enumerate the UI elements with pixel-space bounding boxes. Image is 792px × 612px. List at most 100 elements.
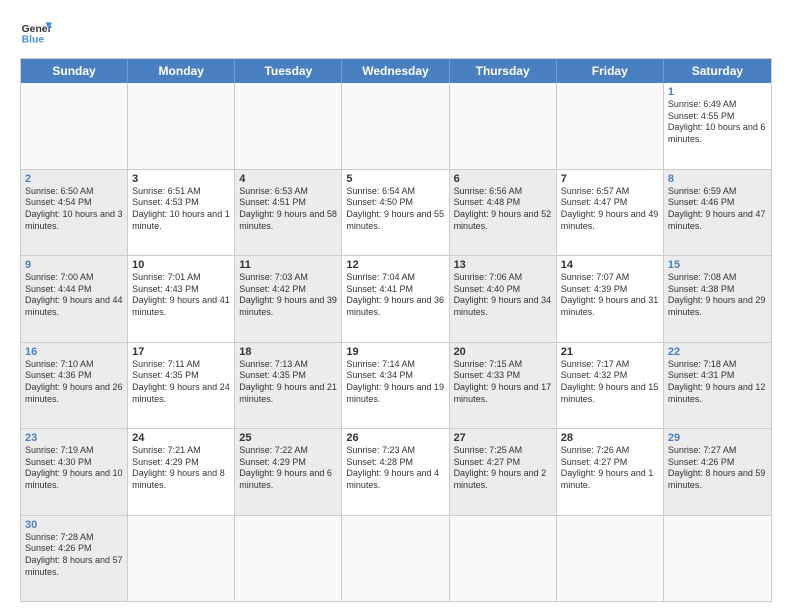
calendar-cell: 17Sunrise: 7:11 AM Sunset: 4:35 PM Dayli… xyxy=(128,343,235,429)
day-info: Sunrise: 6:57 AM Sunset: 4:47 PM Dayligh… xyxy=(561,186,659,233)
day-info: Sunrise: 7:15 AM Sunset: 4:33 PM Dayligh… xyxy=(454,359,552,406)
day-number: 28 xyxy=(561,432,659,444)
day-info: Sunrise: 7:13 AM Sunset: 4:35 PM Dayligh… xyxy=(239,359,337,406)
day-number: 17 xyxy=(132,346,230,358)
day-info: Sunrise: 6:54 AM Sunset: 4:50 PM Dayligh… xyxy=(346,186,444,233)
day-number: 23 xyxy=(25,432,123,444)
day-info: Sunrise: 7:27 AM Sunset: 4:26 PM Dayligh… xyxy=(668,445,767,492)
day-info: Sunrise: 7:10 AM Sunset: 4:36 PM Dayligh… xyxy=(25,359,123,406)
day-info: Sunrise: 7:26 AM Sunset: 4:27 PM Dayligh… xyxy=(561,445,659,492)
calendar-body: 1Sunrise: 6:49 AM Sunset: 4:55 PM Daylig… xyxy=(21,83,771,601)
logo-icon: General Blue xyxy=(20,16,52,48)
calendar-cell: 9Sunrise: 7:00 AM Sunset: 4:44 PM Daylig… xyxy=(21,256,128,342)
calendar-cell xyxy=(128,516,235,602)
day-number: 18 xyxy=(239,346,337,358)
day-number: 30 xyxy=(25,519,123,531)
weekday-header-monday: Monday xyxy=(128,59,235,83)
calendar-cell: 5Sunrise: 6:54 AM Sunset: 4:50 PM Daylig… xyxy=(342,170,449,256)
svg-text:Blue: Blue xyxy=(22,34,45,45)
day-info: Sunrise: 7:28 AM Sunset: 4:26 PM Dayligh… xyxy=(25,532,123,579)
calendar-cell: 19Sunrise: 7:14 AM Sunset: 4:34 PM Dayli… xyxy=(342,343,449,429)
day-number: 15 xyxy=(668,259,767,271)
calendar-cell: 26Sunrise: 7:23 AM Sunset: 4:28 PM Dayli… xyxy=(342,429,449,515)
day-number: 13 xyxy=(454,259,552,271)
calendar-cell: 24Sunrise: 7:21 AM Sunset: 4:29 PM Dayli… xyxy=(128,429,235,515)
calendar-cell: 2Sunrise: 6:50 AM Sunset: 4:54 PM Daylig… xyxy=(21,170,128,256)
header: General Blue xyxy=(20,16,772,48)
calendar-cell: 15Sunrise: 7:08 AM Sunset: 4:38 PM Dayli… xyxy=(664,256,771,342)
calendar-cell xyxy=(21,83,128,169)
day-info: Sunrise: 7:07 AM Sunset: 4:39 PM Dayligh… xyxy=(561,272,659,319)
day-number: 29 xyxy=(668,432,767,444)
calendar-row-0: 1Sunrise: 6:49 AM Sunset: 4:55 PM Daylig… xyxy=(21,83,771,169)
calendar-cell xyxy=(235,83,342,169)
calendar-cell: 3Sunrise: 6:51 AM Sunset: 4:53 PM Daylig… xyxy=(128,170,235,256)
calendar-cell: 7Sunrise: 6:57 AM Sunset: 4:47 PM Daylig… xyxy=(557,170,664,256)
day-info: Sunrise: 6:50 AM Sunset: 4:54 PM Dayligh… xyxy=(25,186,123,233)
day-number: 5 xyxy=(346,173,444,185)
weekday-header-thursday: Thursday xyxy=(450,59,557,83)
day-number: 20 xyxy=(454,346,552,358)
calendar: SundayMondayTuesdayWednesdayThursdayFrid… xyxy=(20,58,772,602)
day-number: 22 xyxy=(668,346,767,358)
day-number: 7 xyxy=(561,173,659,185)
day-info: Sunrise: 7:14 AM Sunset: 4:34 PM Dayligh… xyxy=(346,359,444,406)
day-number: 19 xyxy=(346,346,444,358)
day-number: 6 xyxy=(454,173,552,185)
day-number: 11 xyxy=(239,259,337,271)
day-number: 21 xyxy=(561,346,659,358)
calendar-cell: 10Sunrise: 7:01 AM Sunset: 4:43 PM Dayli… xyxy=(128,256,235,342)
calendar-cell xyxy=(342,83,449,169)
day-number: 27 xyxy=(454,432,552,444)
day-info: Sunrise: 6:59 AM Sunset: 4:46 PM Dayligh… xyxy=(668,186,767,233)
day-info: Sunrise: 7:19 AM Sunset: 4:30 PM Dayligh… xyxy=(25,445,123,492)
calendar-row-1: 2Sunrise: 6:50 AM Sunset: 4:54 PM Daylig… xyxy=(21,169,771,256)
day-number: 2 xyxy=(25,173,123,185)
calendar-cell: 27Sunrise: 7:25 AM Sunset: 4:27 PM Dayli… xyxy=(450,429,557,515)
day-info: Sunrise: 6:56 AM Sunset: 4:48 PM Dayligh… xyxy=(454,186,552,233)
calendar-cell: 18Sunrise: 7:13 AM Sunset: 4:35 PM Dayli… xyxy=(235,343,342,429)
calendar-cell xyxy=(128,83,235,169)
calendar-row-2: 9Sunrise: 7:00 AM Sunset: 4:44 PM Daylig… xyxy=(21,255,771,342)
weekday-header-tuesday: Tuesday xyxy=(235,59,342,83)
calendar-cell: 16Sunrise: 7:10 AM Sunset: 4:36 PM Dayli… xyxy=(21,343,128,429)
calendar-cell: 22Sunrise: 7:18 AM Sunset: 4:31 PM Dayli… xyxy=(664,343,771,429)
calendar-cell: 6Sunrise: 6:56 AM Sunset: 4:48 PM Daylig… xyxy=(450,170,557,256)
day-info: Sunrise: 6:51 AM Sunset: 4:53 PM Dayligh… xyxy=(132,186,230,233)
calendar-cell: 20Sunrise: 7:15 AM Sunset: 4:33 PM Dayli… xyxy=(450,343,557,429)
calendar-row-5: 30Sunrise: 7:28 AM Sunset: 4:26 PM Dayli… xyxy=(21,515,771,602)
calendar-cell xyxy=(450,516,557,602)
day-info: Sunrise: 7:11 AM Sunset: 4:35 PM Dayligh… xyxy=(132,359,230,406)
calendar-cell xyxy=(557,516,664,602)
day-info: Sunrise: 7:08 AM Sunset: 4:38 PM Dayligh… xyxy=(668,272,767,319)
weekday-header-friday: Friday xyxy=(557,59,664,83)
day-number: 9 xyxy=(25,259,123,271)
day-number: 8 xyxy=(668,173,767,185)
weekday-header-sunday: Sunday xyxy=(21,59,128,83)
day-number: 16 xyxy=(25,346,123,358)
day-info: Sunrise: 7:18 AM Sunset: 4:31 PM Dayligh… xyxy=(668,359,767,406)
day-number: 26 xyxy=(346,432,444,444)
weekday-header-wednesday: Wednesday xyxy=(342,59,449,83)
day-info: Sunrise: 6:49 AM Sunset: 4:55 PM Dayligh… xyxy=(668,99,767,146)
day-info: Sunrise: 7:00 AM Sunset: 4:44 PM Dayligh… xyxy=(25,272,123,319)
day-number: 24 xyxy=(132,432,230,444)
day-info: Sunrise: 6:53 AM Sunset: 4:51 PM Dayligh… xyxy=(239,186,337,233)
calendar-cell: 30Sunrise: 7:28 AM Sunset: 4:26 PM Dayli… xyxy=(21,516,128,602)
calendar-cell: 21Sunrise: 7:17 AM Sunset: 4:32 PM Dayli… xyxy=(557,343,664,429)
calendar-cell xyxy=(235,516,342,602)
calendar-cell xyxy=(557,83,664,169)
calendar-cell: 1Sunrise: 6:49 AM Sunset: 4:55 PM Daylig… xyxy=(664,83,771,169)
day-info: Sunrise: 7:01 AM Sunset: 4:43 PM Dayligh… xyxy=(132,272,230,319)
day-info: Sunrise: 7:21 AM Sunset: 4:29 PM Dayligh… xyxy=(132,445,230,492)
calendar-header: SundayMondayTuesdayWednesdayThursdayFrid… xyxy=(21,59,771,83)
calendar-cell xyxy=(664,516,771,602)
logo: General Blue xyxy=(20,16,52,48)
calendar-cell: 4Sunrise: 6:53 AM Sunset: 4:51 PM Daylig… xyxy=(235,170,342,256)
day-info: Sunrise: 7:04 AM Sunset: 4:41 PM Dayligh… xyxy=(346,272,444,319)
day-number: 14 xyxy=(561,259,659,271)
day-number: 1 xyxy=(668,86,767,98)
calendar-cell xyxy=(342,516,449,602)
calendar-cell: 8Sunrise: 6:59 AM Sunset: 4:46 PM Daylig… xyxy=(664,170,771,256)
page: General Blue SundayMondayTuesdayWednesda… xyxy=(0,0,792,612)
